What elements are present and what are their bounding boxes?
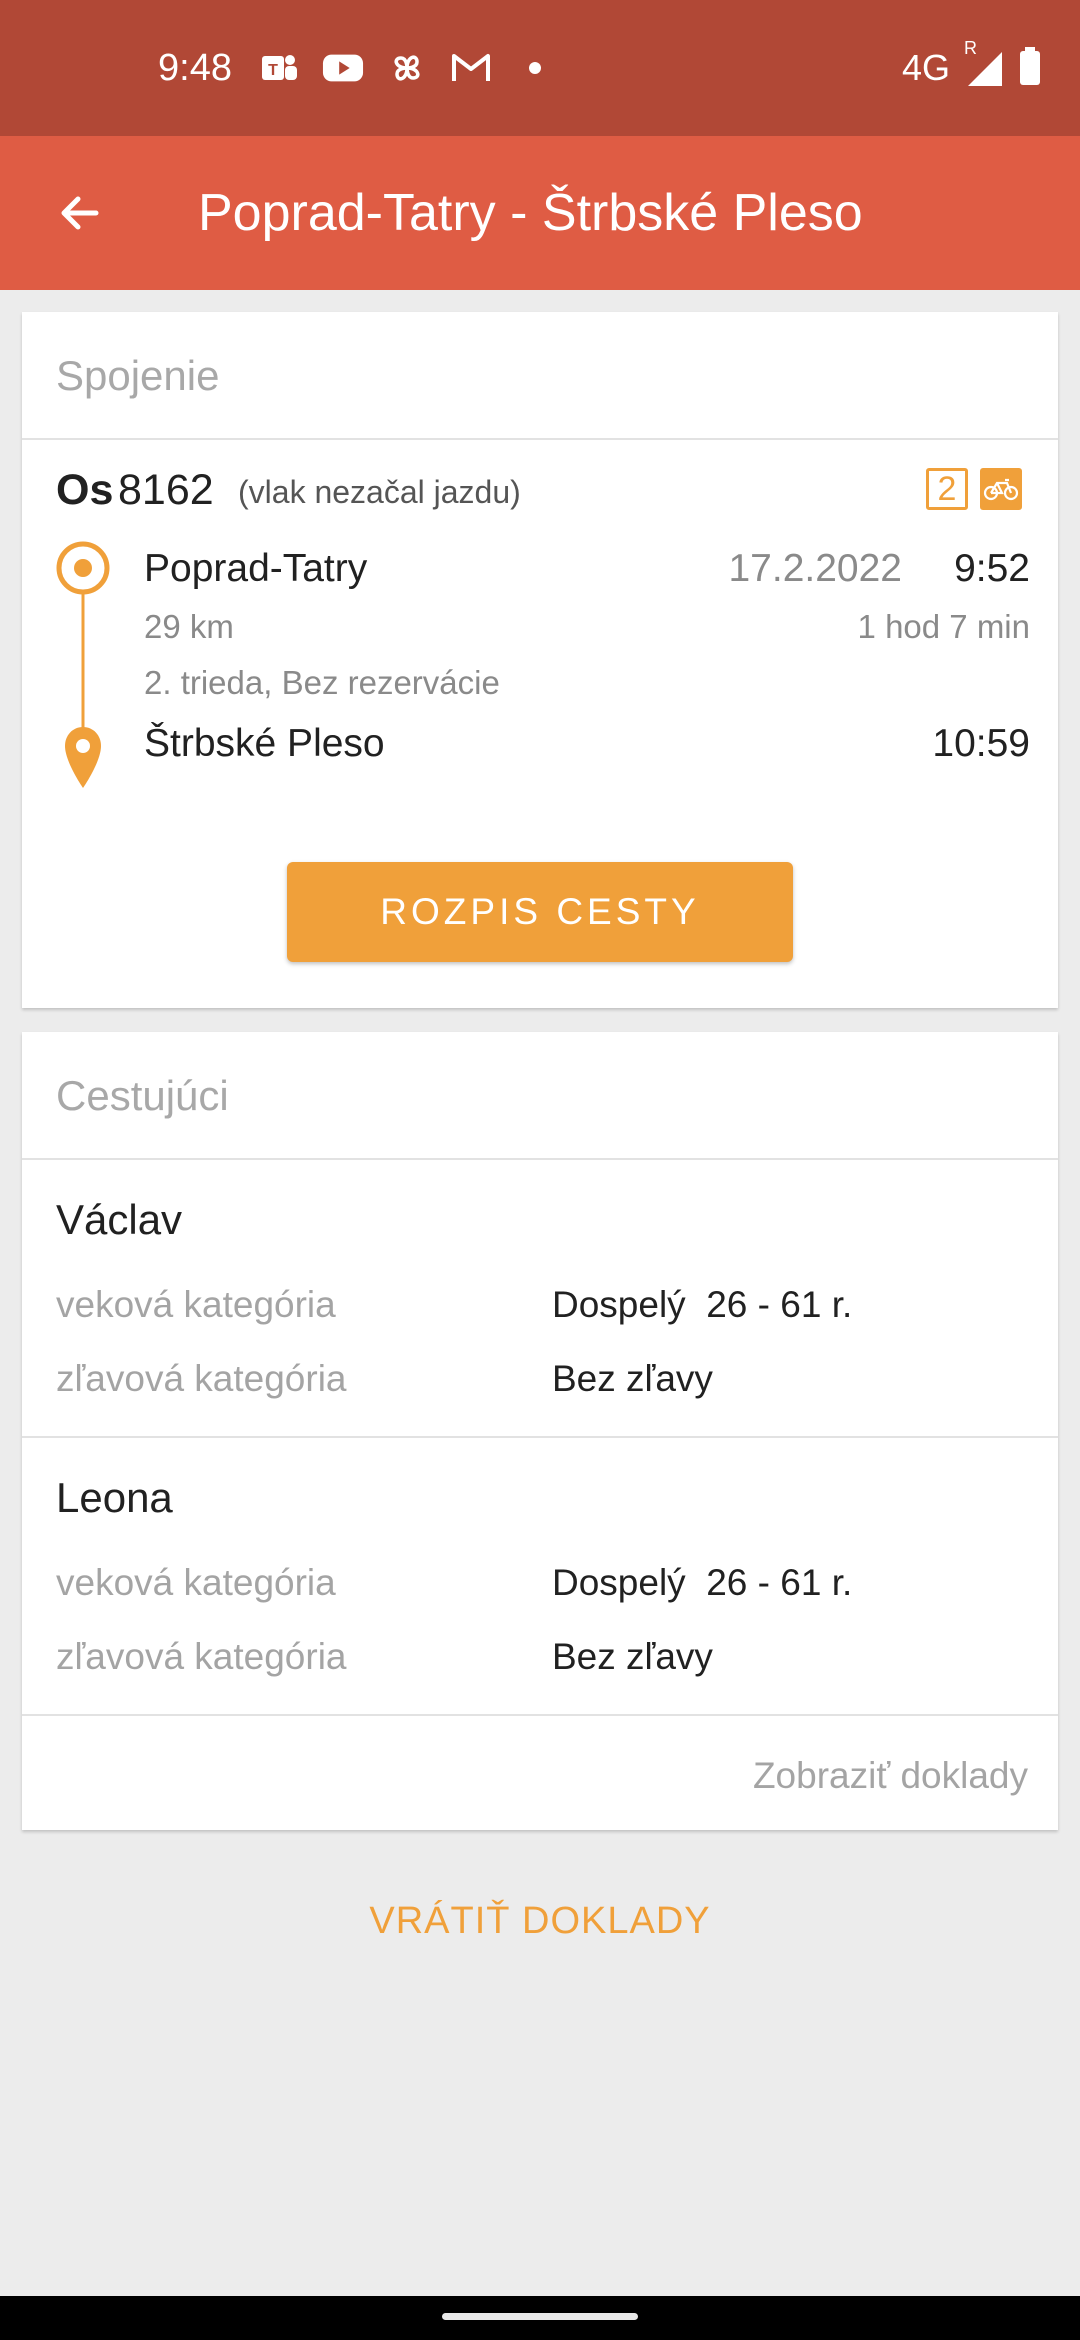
arrow-left-icon [61,196,99,230]
route-line [56,541,110,788]
app-bar: Poprad-Tatry - Štrbské Pleso [0,136,1080,290]
network-type: 4G [901,47,950,88]
home-gesture-handle[interactable] [442,2313,638,2320]
age-category-label: veková kategória [56,1284,336,1325]
return-documents-button[interactable]: VRÁTIŤ DOKLADY [0,1900,1080,1943]
signal-icon: R [964,38,1004,88]
duration: 1 hod 7 min [857,608,1030,645]
age-category-label: veková kategória [56,1562,336,1603]
bicycle-icon [980,468,1022,510]
system-nav-bar [0,2296,1080,2340]
connection-card: Spojenie Os 8162 (vlak nezačal jazdu) 2 … [22,312,1058,1008]
origin-time: 9:52 [954,547,1030,590]
train-type: Os [56,466,114,514]
connection-header: Spojenie [22,312,1058,440]
class-badge: 2 [926,468,968,510]
travelers-card: Cestujúci Václav veková kategória Dospel… [22,1032,1058,1830]
status-time: 9:48 [158,46,232,89]
passenger-item: Václav veková kategória Dospelý 26 - 61 … [22,1160,1058,1438]
passenger-name: Leona [56,1474,173,1521]
origin-date: 17.2.2022 [728,547,902,590]
discount-category-value: Bez zľavy [552,1358,713,1399]
destination-time: 10:59 [932,722,1030,765]
discount-category-label: zľavová kategória [56,1358,347,1399]
gmail-icon [450,47,492,89]
destination-pin-icon [65,727,101,788]
notification-dot-icon [514,47,556,89]
status-right: 4G R [902,0,1042,136]
service-info: 2. trieda, Bez rezervácie [144,664,500,701]
discount-category-label: zľavová kategória [56,1636,347,1677]
page-title: Poprad-Tatry - Štrbské Pleso [198,184,863,242]
distance: 29 km [144,608,234,645]
back-button[interactable] [38,171,122,255]
battery-icon [1018,46,1042,91]
passenger-item: Leona veková kategória Dospelý 26 - 61 r… [22,1438,1058,1716]
status-left: 9:48 T [158,0,556,136]
travelers-header: Cestujúci [22,1032,1058,1160]
discount-category-value: Bez zľavy [552,1636,713,1677]
destination-station: Štrbské Pleso [144,722,385,765]
train-number: 8162 [118,466,214,514]
age-category-value: Dospelý 26 - 61 r. [552,1284,853,1325]
pinwheel-icon [386,47,428,89]
train-status: (vlak nezačal jazdu) [238,474,521,510]
status-bar: 9:48 T 4G R [0,0,1080,136]
passenger-name: Václav [56,1196,183,1243]
youtube-icon [322,47,364,89]
origin-station: Poprad-Tatry [144,547,368,590]
svg-text:T: T [268,62,278,79]
age-category-value: Dospelý 26 - 61 r. [552,1562,853,1603]
show-documents-link[interactable]: Zobraziť doklady [22,1716,1058,1836]
route-details-button[interactable]: ROZPIS CESTY [287,862,793,962]
teams-icon: T [258,47,300,89]
